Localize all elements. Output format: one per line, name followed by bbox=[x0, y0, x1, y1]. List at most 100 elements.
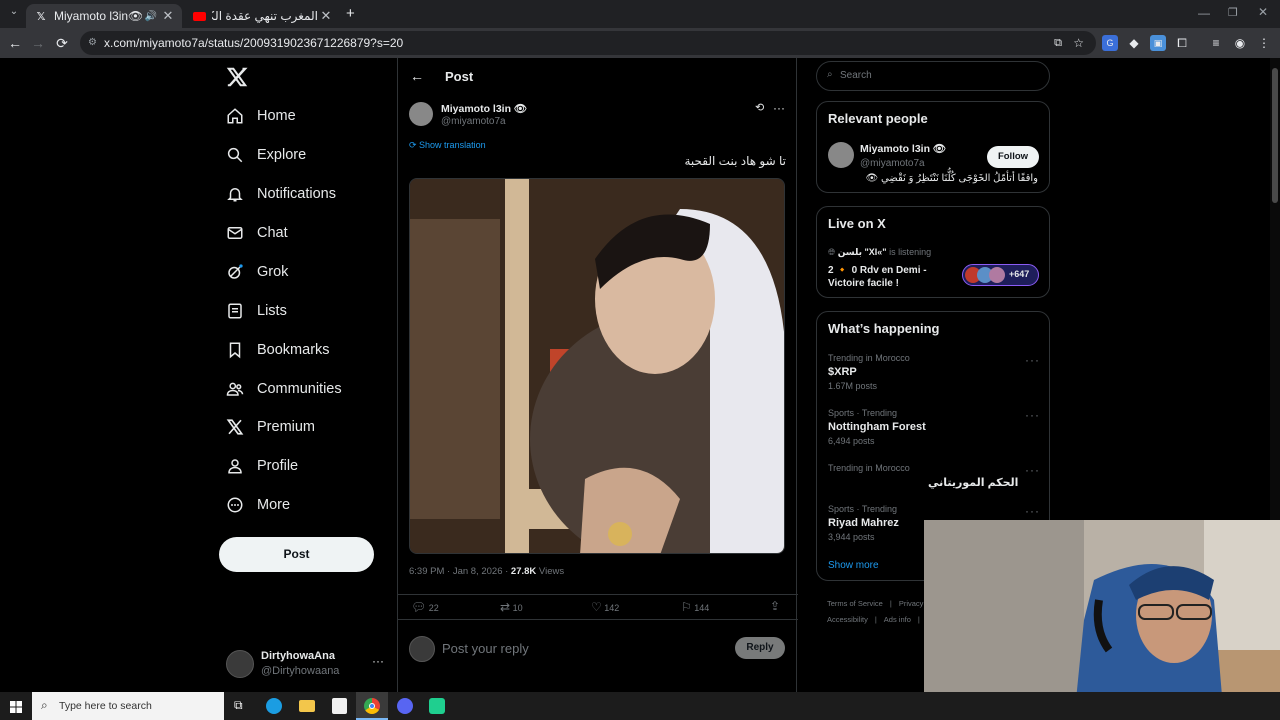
search-placeholder: Search bbox=[840, 70, 872, 81]
reload-icon[interactable]: ⟳ bbox=[53, 34, 71, 52]
extensions-puzzle-icon[interactable]: ⧠ bbox=[1174, 35, 1190, 51]
discord-icon[interactable] bbox=[397, 698, 413, 714]
speaker-icon[interactable]: 🔊 bbox=[145, 11, 157, 22]
x-logo-icon[interactable] bbox=[226, 66, 248, 88]
nav-home[interactable]: Home bbox=[226, 104, 296, 128]
show-more-link[interactable]: Show more bbox=[828, 560, 879, 571]
tab-search-button[interactable]: ⌄ bbox=[6, 6, 22, 22]
back-arrow-icon[interactable]: ← bbox=[6, 34, 24, 52]
show-translation-link[interactable]: ⟳ Show translation bbox=[409, 140, 486, 151]
reading-list-icon[interactable]: ≡ bbox=[1208, 35, 1224, 51]
tab-close-icon[interactable]: ✕ bbox=[318, 8, 334, 24]
url-bar[interactable]: ⚙ x.com/miyamoto7a/status/20093190236712… bbox=[80, 31, 1096, 55]
trend-title: $XRP bbox=[828, 366, 857, 378]
profile-avatar-icon[interactable]: ◉ bbox=[1232, 35, 1248, 51]
tab-active[interactable]: 𝕏 Miyamoto l3in👁 on X: "تا شو 🔊 ✕ bbox=[26, 4, 182, 28]
live-on-x-card: Live on X 🌐︎ بلسن "XI«" is listening 2 🔸… bbox=[816, 206, 1050, 298]
diamond-extension-icon[interactable]: ◆ bbox=[1126, 35, 1142, 51]
app-icon[interactable] bbox=[429, 698, 445, 714]
author-name-text: Miyamoto l3in bbox=[441, 103, 512, 115]
person-handle[interactable]: @miyamoto7a bbox=[860, 158, 925, 169]
repost-action[interactable]: ⇄ 10 bbox=[500, 600, 523, 614]
back-arrow-icon[interactable]: ← bbox=[410, 68, 424, 84]
follow-button[interactable]: Follow bbox=[987, 146, 1039, 168]
more-dots-icon[interactable]: ··· bbox=[1025, 463, 1040, 477]
translate-extension-icon[interactable]: G bbox=[1102, 35, 1118, 51]
new-tab-button[interactable]: + bbox=[346, 5, 355, 22]
nav-more[interactable]: More bbox=[226, 493, 290, 517]
avatar bbox=[226, 650, 254, 678]
translate-icon: ⟳ bbox=[409, 140, 420, 150]
search-icon: ⌕ bbox=[41, 698, 48, 712]
footer-divider: | bbox=[917, 615, 920, 624]
image-extension-icon[interactable]: ▣ bbox=[1150, 35, 1166, 51]
reply-button[interactable]: Reply bbox=[735, 637, 785, 659]
more-dots-icon[interactable]: ··· bbox=[773, 101, 785, 115]
file-explorer-icon[interactable] bbox=[299, 700, 315, 712]
trend-posts: 1.67M posts bbox=[828, 381, 878, 391]
more-dots-icon[interactable]: ··· bbox=[1025, 504, 1040, 518]
webcam-video-illustration bbox=[924, 520, 1280, 720]
tab-close-icon[interactable]: ✕ bbox=[160, 8, 176, 24]
more-dots-icon[interactable]: ··· bbox=[372, 654, 384, 668]
reply-input[interactable]: Post your reply bbox=[442, 641, 529, 656]
minimize-button[interactable]: — bbox=[1198, 6, 1210, 20]
taskbar-search-box[interactable]: ⌕ Type here to search bbox=[32, 692, 224, 720]
author-name[interactable]: Miyamoto l3in 👁 bbox=[441, 102, 527, 115]
restore-button[interactable]: ❐ bbox=[1228, 6, 1238, 19]
post-button[interactable]: Post bbox=[219, 537, 374, 572]
globe-icon: 🌐︎ bbox=[828, 247, 838, 257]
reply-action[interactable]: 💬︎ 22 bbox=[411, 600, 439, 614]
avatar[interactable] bbox=[409, 102, 433, 126]
avatar[interactable] bbox=[828, 142, 854, 168]
more-dots-icon[interactable]: ··· bbox=[1025, 408, 1040, 422]
footer-link[interactable]: Terms of Service bbox=[827, 599, 883, 608]
store-icon[interactable] bbox=[332, 698, 347, 714]
nav-label: Chat bbox=[257, 225, 288, 241]
scrollbar-thumb[interactable] bbox=[1272, 68, 1278, 203]
person-name-text: Miyamoto l3in bbox=[860, 143, 931, 155]
nav-profile[interactable]: Profile bbox=[226, 454, 298, 478]
account-switcher[interactable]: DirtyhowaAna @Dirtyhowaana ··· bbox=[226, 648, 386, 680]
share-icon[interactable]: ⇪ bbox=[770, 599, 780, 613]
footer-link[interactable]: Accessibility bbox=[827, 615, 868, 624]
media-illustration bbox=[410, 179, 784, 553]
bookmark-action[interactable]: ⚐ 144 bbox=[681, 600, 709, 614]
nav-lists[interactable]: Lists bbox=[226, 299, 287, 323]
nav-label: Bookmarks bbox=[257, 342, 330, 358]
forward-arrow-icon[interactable]: → bbox=[29, 34, 47, 52]
more-dots-icon[interactable]: ··· bbox=[1025, 353, 1040, 367]
bookmark-star-icon[interactable]: ☆ bbox=[1073, 31, 1084, 55]
browser-menu-icon[interactable]: ⋮ bbox=[1256, 35, 1272, 51]
nav-communities[interactable]: Communities bbox=[226, 377, 342, 401]
nav-grok[interactable]: Grok bbox=[226, 260, 288, 284]
post-time: 6:39 PM · Jan 8, 2026 · bbox=[409, 566, 511, 577]
live-listeners-pill[interactable]: +647 bbox=[962, 264, 1039, 286]
trend-item[interactable]: Trending in Morocco الحكم الموريتاني ··· bbox=[828, 463, 1040, 493]
nav-explore[interactable]: Explore bbox=[226, 143, 306, 167]
trend-item[interactable]: Trending in Morocco $XRP 1.67M posts ··· bbox=[828, 353, 1040, 393]
nav-premium[interactable]: Premium bbox=[226, 415, 315, 439]
install-app-icon[interactable]: ⧉ bbox=[1054, 31, 1062, 55]
tab-inactive[interactable]: المغرب تنهي عقدة الكاميرون تتأه ✕ bbox=[184, 4, 340, 28]
window-close-button[interactable]: ✕ bbox=[1258, 5, 1268, 19]
site-info-icon[interactable]: ⚙ bbox=[88, 31, 97, 55]
nav-chat[interactable]: Chat bbox=[226, 221, 288, 245]
windows-start-icon[interactable] bbox=[10, 700, 22, 713]
grok-explain-icon[interactable]: ⟲ bbox=[755, 101, 764, 114]
live-space-title[interactable]: 2 🔸 0 Rdv en Demi - Victoire facile ! bbox=[828, 264, 953, 290]
task-view-icon[interactable]: ⧉ bbox=[234, 698, 243, 713]
heart-icon: ♡ bbox=[591, 600, 602, 614]
like-action[interactable]: ♡ 142 bbox=[591, 600, 619, 614]
chrome-icon[interactable] bbox=[356, 692, 388, 720]
post-media-image[interactable] bbox=[409, 178, 785, 554]
person-name[interactable]: Miyamoto l3in 👁 bbox=[860, 142, 946, 155]
edge-icon[interactable] bbox=[266, 698, 282, 714]
search-input[interactable]: ⌕ Search bbox=[816, 61, 1050, 91]
relevant-people-card: Relevant people Miyamoto l3in 👁 @miyamot… bbox=[816, 101, 1050, 193]
nav-bookmarks[interactable]: Bookmarks bbox=[226, 338, 330, 362]
footer-link[interactable]: Ads info bbox=[884, 615, 911, 624]
author-handle[interactable]: @miyamoto7a bbox=[441, 116, 506, 127]
trend-item[interactable]: Sports · Trending Nottingham Forest 6,49… bbox=[828, 408, 1040, 448]
nav-notifications[interactable]: Notifications bbox=[226, 182, 336, 206]
